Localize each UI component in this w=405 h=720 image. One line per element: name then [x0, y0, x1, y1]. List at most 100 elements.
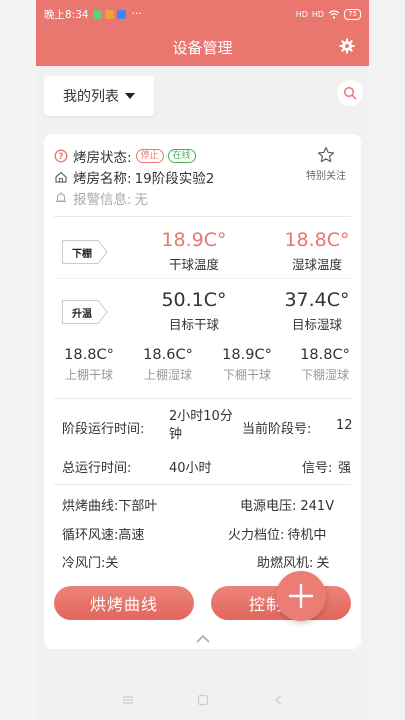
curve-label: 烘烤曲线: [62, 499, 119, 514]
alarm-value: 无 [134, 192, 149, 208]
gear-icon[interactable] [339, 38, 355, 54]
upper-wet-label: 上棚湿球 [143, 368, 192, 382]
fire-info: 火力档位: 待机中 [228, 524, 326, 543]
combustion-value: 关 [316, 556, 330, 571]
search-button[interactable] [337, 80, 363, 106]
wechat-icon [92, 9, 102, 19]
status-bar: 晚上8:34 ··· HD HD 75 [36, 0, 369, 28]
favorite-label: 特别关注 [306, 171, 346, 182]
wet-bulb-temp: 18.8C° 湿球温度 [262, 228, 369, 273]
lower-wet-label: 下棚湿球 [300, 368, 349, 382]
stage-time-value-line2: 钟 [169, 427, 183, 442]
app-window: 晚上8:34 ··· HD HD 75 设备管理 我的列表 ? 烤房状态: 停止… [36, 0, 369, 720]
combustion-label: 助燃风机: [257, 556, 314, 571]
name-value: 19阶段实验2 [134, 171, 215, 187]
target-wet-label: 目标湿球 [291, 317, 342, 332]
mode-flag-label: 升温 [72, 309, 92, 320]
total-time-value: 40小时 [169, 461, 212, 476]
lower-dry-temp: 18.9C° 下棚干球 [212, 347, 282, 383]
fan-info: 循环风速:高速 [62, 524, 144, 543]
favorite-button[interactable]: 特别关注 [301, 146, 351, 182]
fire-label: 火力档位: [228, 528, 285, 543]
mode-flag: 升温 [62, 300, 108, 324]
name-label: 烤房名称: [73, 171, 132, 187]
target-dry-value: 50.1C° [161, 289, 227, 311]
system-nav-bar [36, 680, 369, 720]
star-icon [317, 146, 335, 163]
curve-value: 下部叶 [118, 499, 158, 514]
lower-wet-temp: 18.8C° 下棚湿球 [290, 347, 360, 383]
upper-dry-temp: 18.8C° 上棚干球 [54, 347, 124, 383]
title-bar: 设备管理 [36, 28, 369, 66]
lower-dry-value: 18.9C° [222, 347, 272, 363]
wifi-icon [328, 9, 340, 19]
combustion-info: 助燃风机: 关 [257, 552, 329, 571]
menu-icon[interactable] [122, 694, 134, 706]
name-row: 烤房名称: 19阶段实验2 [54, 167, 214, 187]
curve-info: 烘烤曲线:下部叶 [62, 495, 157, 514]
signal-1-icon: HD [295, 9, 308, 19]
curve-button[interactable]: 烘烤曲线 [54, 586, 194, 620]
fire-value: 待机中 [287, 528, 327, 543]
alarm-bell-icon [56, 192, 66, 203]
svg-text:?: ? [59, 152, 64, 162]
voltage-info: 电源电压: 241V [240, 495, 334, 514]
current-stage-value: 12 [336, 418, 353, 433]
status-row: ? 烤房状态: 停止 在线 [54, 146, 196, 166]
total-time-label: 总运行时间: [62, 461, 132, 476]
page-title: 设备管理 [172, 38, 233, 57]
upper-dry-label: 上棚干球 [64, 368, 113, 382]
divider [54, 398, 351, 399]
wet-bulb-label: 湿球温度 [291, 257, 342, 272]
status-time: 晚上8:34 [44, 8, 89, 21]
cold-door-label: 冷风门: [62, 556, 106, 571]
search-icon [343, 86, 357, 100]
list-dropdown[interactable]: 我的列表 [44, 76, 154, 116]
target-wet-temp: 37.4C° 目标湿球 [262, 288, 369, 333]
fan-label: 循环风速: [62, 528, 119, 543]
app-notification-icon [104, 9, 114, 19]
upper-wet-value: 18.6C° [143, 347, 193, 363]
signal-label: 信号: [302, 461, 333, 476]
caret-down-icon [125, 93, 135, 99]
alarm-label: 报警信息: [73, 192, 132, 208]
fan-value: 高速 [118, 528, 145, 543]
plus-icon [288, 583, 314, 609]
home-icon [55, 171, 67, 183]
lower-dry-label: 下棚干球 [222, 368, 271, 382]
filter-bar: 我的列表 [36, 66, 369, 128]
dry-bulb-temp: 18.9C° 干球温度 [139, 228, 249, 273]
current-stage-label: 当前阶段号: [242, 422, 312, 437]
divider [54, 216, 351, 217]
dry-bulb-label: 干球温度 [168, 257, 219, 272]
stage-time-value-line1: 2小时10分 [169, 409, 233, 424]
stage-time-label: 阶段运行时间: [62, 422, 145, 437]
signal-2-icon: HD [311, 9, 325, 19]
wet-bulb-value: 18.8C° [284, 229, 350, 251]
lower-wet-value: 18.8C° [300, 347, 350, 363]
chevron-up-icon[interactable] [196, 634, 210, 644]
cold-door-info: 冷风门:关 [62, 552, 118, 571]
cold-door-value: 关 [105, 556, 119, 571]
status-right: HD HD 75 [295, 8, 361, 20]
status-label: 烤房状态: [73, 150, 132, 166]
lower-shed-flag: 下棚 [62, 240, 108, 264]
target-dry-label: 目标干球 [168, 317, 219, 332]
target-wet-value: 37.4C° [284, 289, 350, 311]
add-button[interactable] [276, 571, 326, 621]
stage-time-value: 2小时10分 钟 [169, 408, 233, 444]
alarm-row: 报警信息: 无 [54, 188, 148, 208]
home-nav-icon[interactable] [197, 694, 209, 706]
battery-icon: 75 [344, 8, 361, 20]
voltage-value: 241V [300, 499, 335, 514]
voltage-label: 电源电压: [240, 499, 297, 514]
browser-icon [116, 9, 126, 19]
status-more: ··· [131, 8, 142, 20]
back-icon[interactable] [273, 694, 285, 706]
divider [54, 484, 351, 485]
question-circle-icon: ? [54, 149, 68, 163]
upper-wet-temp: 18.6C° 上棚湿球 [133, 347, 203, 383]
device-card[interactable]: ? 烤房状态: 停止 在线 烤房名称: 19阶段实验2 报警信息: 无 特别关注… [44, 134, 361, 649]
status-tag-stopped: 停止 [135, 149, 164, 163]
status-tag-online: 在线 [167, 149, 196, 163]
